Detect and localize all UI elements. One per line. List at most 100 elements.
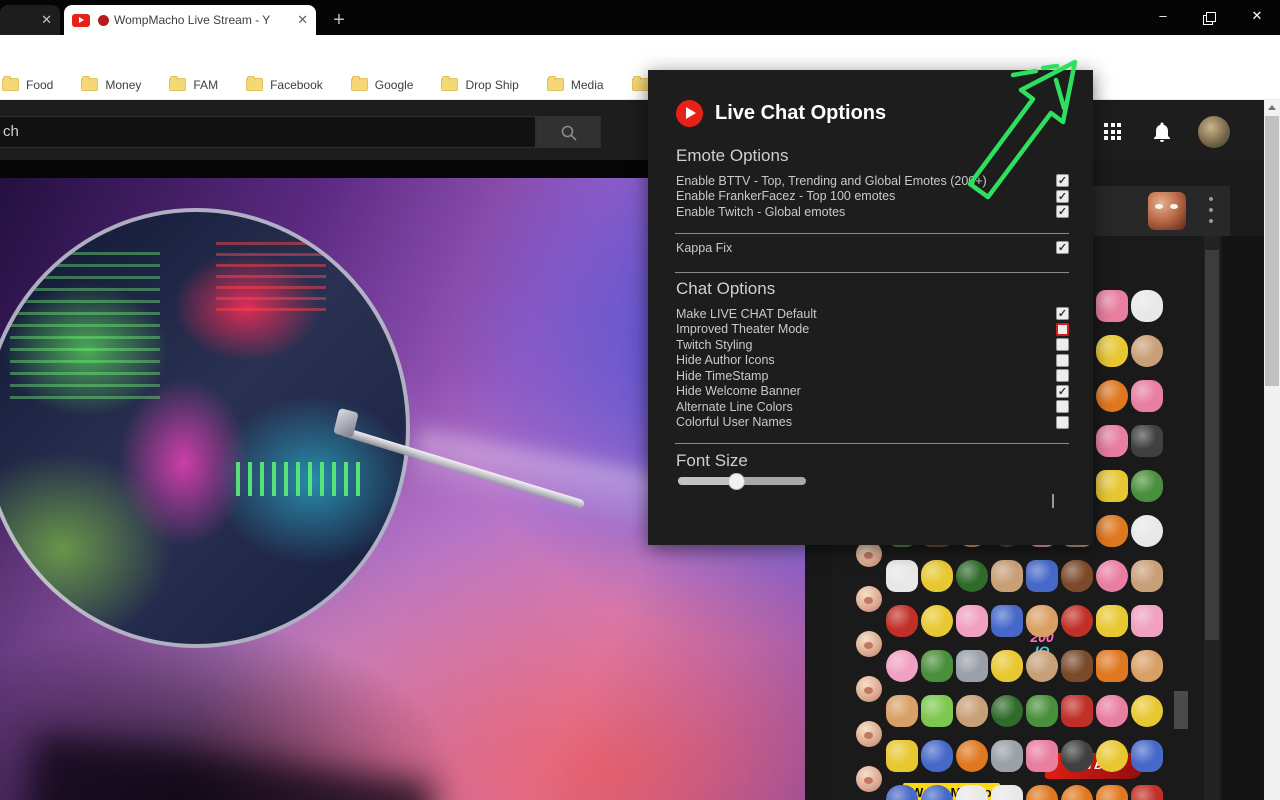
bookmark-item[interactable]: Food [2, 78, 53, 92]
emote[interactable] [886, 605, 918, 637]
checkbox[interactable]: ✓ [1056, 241, 1069, 254]
inner-scrollbar-thumb[interactable] [1174, 691, 1188, 729]
emote[interactable] [956, 695, 988, 727]
search-button[interactable] [536, 116, 601, 148]
emote[interactable] [921, 560, 953, 592]
emote[interactable] [886, 740, 918, 772]
emote[interactable] [1096, 560, 1128, 592]
emote[interactable] [991, 560, 1023, 592]
emote[interactable] [1131, 335, 1163, 367]
emote[interactable] [1026, 605, 1058, 637]
bookmark-item[interactable]: Money [81, 78, 141, 92]
emote[interactable] [886, 695, 918, 727]
bookmark-item[interactable]: Drop Ship [441, 78, 518, 92]
user-avatar[interactable] [1198, 116, 1230, 148]
emote[interactable] [1096, 785, 1128, 800]
tab-inactive[interactable]: ✕ [0, 5, 60, 35]
emote[interactable] [886, 785, 918, 800]
emote[interactable] [991, 650, 1023, 682]
emote[interactable] [1096, 740, 1128, 772]
checkbox[interactable] [1056, 338, 1069, 351]
emote[interactable] [991, 785, 1023, 800]
chat-menu-icon[interactable]: ••• [1204, 194, 1218, 228]
emote[interactable] [1026, 650, 1058, 682]
checkbox[interactable]: ✓ [1056, 190, 1069, 203]
emote[interactable] [921, 740, 953, 772]
emote[interactable] [956, 785, 988, 800]
emote[interactable] [1096, 470, 1128, 502]
emote[interactable] [956, 650, 988, 682]
window-minimize-button[interactable]: – [1143, 0, 1183, 32]
emote[interactable] [1131, 290, 1163, 322]
emote[interactable] [1131, 560, 1163, 592]
emote[interactable] [991, 605, 1023, 637]
bookmark-item[interactable]: Media [547, 78, 604, 92]
tab-active[interactable]: WompMacho Live Stream - Y ✕ [64, 5, 316, 35]
emote[interactable] [1131, 785, 1163, 800]
emote[interactable] [886, 560, 918, 592]
emote[interactable] [1026, 560, 1058, 592]
emote[interactable] [1096, 605, 1128, 637]
emote[interactable] [1061, 785, 1093, 800]
emote[interactable] [1061, 560, 1093, 592]
emote[interactable] [1061, 695, 1093, 727]
checkbox[interactable] [1056, 416, 1069, 429]
font-size-slider[interactable] [678, 473, 806, 489]
emote[interactable] [921, 605, 953, 637]
checkbox[interactable] [1056, 369, 1069, 382]
emote[interactable] [1026, 740, 1058, 772]
emote[interactable] [1096, 290, 1128, 322]
window-close-button[interactable]: ✕ [1237, 0, 1277, 32]
emote[interactable] [956, 605, 988, 637]
checkbox[interactable] [1056, 400, 1069, 413]
emote[interactable] [991, 695, 1023, 727]
emote[interactable] [1131, 650, 1163, 682]
emote[interactable] [1096, 335, 1128, 367]
emote[interactable] [1131, 515, 1163, 547]
emote[interactable] [1026, 695, 1058, 727]
search-input[interactable]: ch [0, 116, 536, 148]
emote[interactable] [1061, 605, 1093, 637]
checkbox[interactable]: ✓ [1056, 307, 1069, 320]
emote[interactable] [956, 560, 988, 592]
emote[interactable] [956, 740, 988, 772]
checkbox[interactable]: ✓ [1056, 385, 1069, 398]
emote[interactable] [1131, 470, 1163, 502]
checkbox[interactable]: ✓ [1056, 205, 1069, 218]
scrollbar-up-arrow[interactable] [1268, 105, 1276, 110]
emote[interactable] [1026, 785, 1058, 800]
emote[interactable] [921, 785, 953, 800]
emote[interactable] [1131, 380, 1163, 412]
tab-close-icon[interactable]: ✕ [41, 12, 52, 28]
emote[interactable] [1096, 425, 1128, 457]
extra-option-checkbox[interactable] [1052, 491, 1054, 509]
emote[interactable] [1061, 740, 1093, 772]
emote[interactable] [1131, 695, 1163, 727]
emote[interactable] [1131, 425, 1163, 457]
emote[interactable] [1096, 695, 1128, 727]
emote[interactable] [921, 695, 953, 727]
checkbox[interactable] [1056, 354, 1069, 367]
bookmark-item[interactable]: Facebook [246, 78, 323, 92]
new-tab-button[interactable]: + [326, 8, 352, 32]
youtube-apps-icon[interactable] [1104, 123, 1121, 140]
bookmark-item[interactable]: FAM [169, 78, 218, 92]
chat-pinned-avatar[interactable] [1148, 192, 1186, 230]
scrollbar-thumb[interactable] [1265, 116, 1279, 386]
emote[interactable] [1096, 515, 1128, 547]
checkbox[interactable] [1056, 323, 1069, 336]
emote-scrollbar-thumb[interactable] [1205, 250, 1219, 640]
emote[interactable] [921, 650, 953, 682]
emote[interactable] [1096, 650, 1128, 682]
slider-thumb[interactable] [728, 473, 745, 490]
emote[interactable] [1131, 740, 1163, 772]
emote[interactable] [1131, 605, 1163, 637]
page-scrollbar[interactable] [1264, 100, 1280, 800]
emote[interactable] [1096, 380, 1128, 412]
checkbox[interactable]: ✓ [1056, 174, 1069, 187]
emote[interactable] [991, 740, 1023, 772]
bookmark-item[interactable]: Google [351, 78, 414, 92]
emote[interactable] [886, 650, 918, 682]
notifications-bell-icon[interactable] [1150, 120, 1174, 144]
window-restore-button[interactable] [1190, 0, 1230, 32]
